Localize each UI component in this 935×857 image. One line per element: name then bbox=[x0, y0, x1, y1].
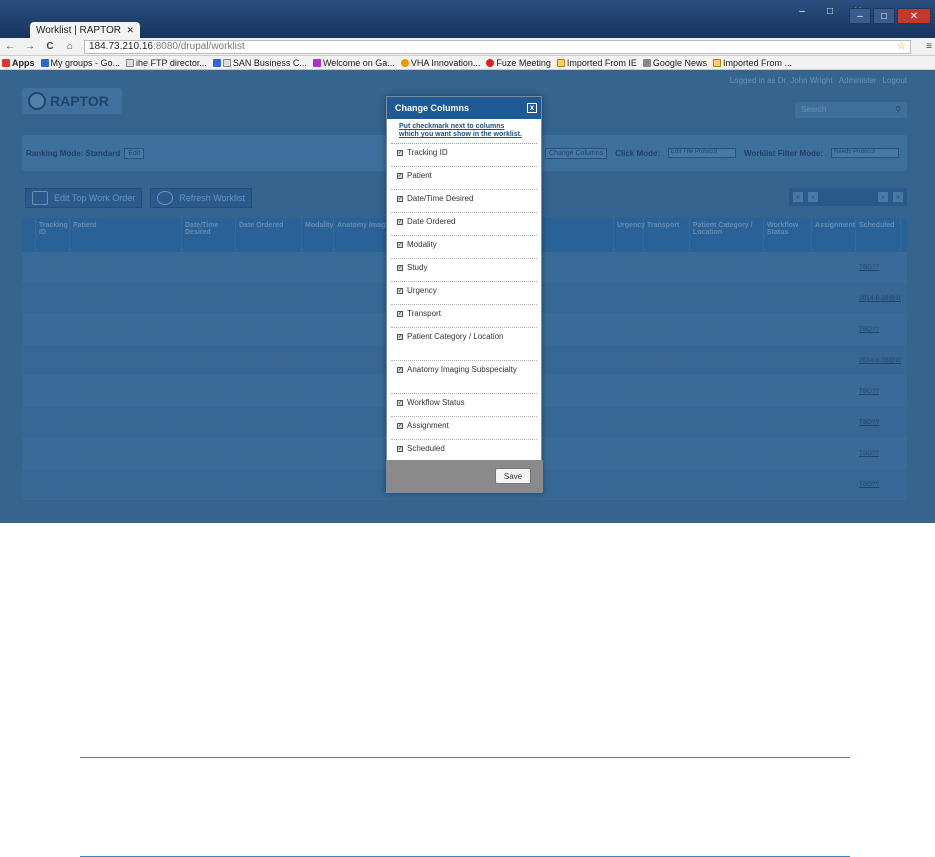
instructions-line-2: which you want show in the worklist. bbox=[399, 131, 522, 138]
column-option-label: Patient bbox=[407, 171, 432, 180]
maximize-icon[interactable]: □ bbox=[818, 5, 842, 17]
change-columns-dialog: Change Columns x Put checkmark next to c… bbox=[386, 96, 543, 493]
bookmark-item[interactable]: Imported From IE bbox=[556, 58, 637, 68]
checkbox-checked-icon[interactable]: ✓ bbox=[397, 219, 403, 225]
checkbox-checked-icon[interactable]: ✓ bbox=[397, 367, 403, 373]
dialog-header: Change Columns x bbox=[387, 97, 541, 119]
column-option-label: Tracking ID bbox=[407, 148, 448, 157]
column-option[interactable]: ✓ Date Ordered bbox=[391, 213, 537, 236]
column-option[interactable]: ✓ Tracking ID bbox=[391, 144, 537, 167]
bookmark-item[interactable]: Apps bbox=[2, 58, 35, 68]
bookmark-item[interactable]: ihe FTP director... bbox=[126, 58, 207, 68]
checkbox-checked-icon[interactable]: ✓ bbox=[397, 334, 403, 340]
forward-icon[interactable]: → bbox=[24, 41, 36, 52]
checkbox-checked-icon[interactable]: ✓ bbox=[397, 150, 403, 156]
window-minimize-button[interactable]: – bbox=[849, 8, 871, 24]
checkbox-checked-icon[interactable]: ✓ bbox=[397, 311, 403, 317]
instructions-line-1: Put checkmark next to columns bbox=[399, 123, 505, 130]
column-option[interactable]: ✓ Workflow Status bbox=[391, 394, 537, 417]
column-option-label: Date Ordered bbox=[407, 217, 456, 226]
bookmarks-bar: Apps My groups - Go... ihe FTP director.… bbox=[0, 56, 935, 70]
window-maximize-button[interactable]: □ bbox=[873, 8, 895, 24]
checkbox-checked-icon[interactable]: ✓ bbox=[397, 423, 403, 429]
document-rule-top bbox=[80, 757, 850, 758]
bookmark-item[interactable]: Welcome on Ga... bbox=[312, 58, 395, 68]
folder-icon bbox=[556, 58, 565, 67]
home-icon[interactable]: ⌂ bbox=[64, 41, 76, 52]
column-option[interactable]: ✓ Urgency bbox=[391, 282, 537, 305]
site-icon bbox=[212, 58, 221, 67]
news-icon bbox=[642, 58, 651, 67]
site-icon bbox=[400, 58, 409, 67]
dialog-instructions: Put checkmark next to columns which you … bbox=[391, 119, 537, 144]
folder-icon bbox=[712, 58, 721, 67]
dialog-close-icon[interactable]: x bbox=[527, 103, 537, 113]
column-option-label: Workflow Status bbox=[407, 398, 465, 407]
column-option[interactable]: ✓ Anatomy Imaging Subspecialty bbox=[391, 361, 537, 394]
bookmark-item[interactable]: Google News bbox=[642, 58, 707, 68]
window-controls: – □ ✕ bbox=[849, 8, 931, 24]
url-host: 184.73.210.16 bbox=[89, 41, 153, 52]
url-path: :8080/drupal/worklist bbox=[152, 41, 245, 52]
bookmark-item[interactable]: VHA Innovation... bbox=[400, 58, 480, 68]
bookmark-item[interactable]: Fuze Meeting bbox=[486, 58, 551, 68]
fuze-icon bbox=[486, 58, 495, 67]
dialog-footer: Save bbox=[387, 460, 543, 492]
window-close-button[interactable]: ✕ bbox=[897, 8, 931, 24]
checkbox-checked-icon[interactable]: ✓ bbox=[397, 446, 403, 452]
address-bar: ← → C ⌂ 184.73.210.16 :8080/drupal/workl… bbox=[0, 38, 935, 56]
browser-titlebar: Worklist | RAPTOR ✕ – □ ✕ – □ ✕ bbox=[0, 0, 935, 38]
column-option[interactable]: ✓ Study bbox=[391, 259, 537, 282]
dialog-title: Change Columns bbox=[395, 103, 470, 113]
minimize-icon[interactable]: – bbox=[790, 5, 814, 17]
groups-icon bbox=[40, 58, 49, 67]
column-option[interactable]: ✓ Transport bbox=[391, 305, 537, 328]
column-option-label: Assignment bbox=[407, 421, 449, 430]
column-option-label: Transport bbox=[407, 309, 441, 318]
checkbox-checked-icon[interactable]: ✓ bbox=[397, 400, 403, 406]
column-option[interactable]: ✓ Patient bbox=[391, 167, 537, 190]
page-icon bbox=[126, 58, 135, 67]
column-option-label: Date/Time Desired bbox=[407, 194, 474, 203]
menu-icon[interactable]: ≡ bbox=[923, 41, 935, 52]
column-option[interactable]: ✓ Modality bbox=[391, 236, 537, 259]
column-option-label: Anatomy Imaging Subspecialty bbox=[407, 365, 517, 374]
bookmark-item[interactable]: My groups - Go... bbox=[40, 58, 120, 68]
checkbox-checked-icon[interactable]: ✓ bbox=[397, 265, 403, 271]
browser-tab[interactable]: Worklist | RAPTOR ✕ bbox=[30, 22, 140, 38]
checkbox-checked-icon[interactable]: ✓ bbox=[397, 242, 403, 248]
checkbox-checked-icon[interactable]: ✓ bbox=[397, 196, 403, 202]
column-option[interactable]: ✓ Patient Category / Location bbox=[391, 328, 537, 361]
column-option-label: Modality bbox=[407, 240, 437, 249]
bookmark-item[interactable]: Imported From ... bbox=[712, 58, 792, 68]
url-input[interactable]: 184.73.210.16 :8080/drupal/worklist ☆ bbox=[84, 39, 911, 54]
screenshot: Worklist | RAPTOR ✕ – □ ✕ – □ ✕ ← → C ⌂ … bbox=[0, 0, 935, 523]
tab-title: Worklist | RAPTOR bbox=[36, 24, 122, 36]
save-button[interactable]: Save bbox=[495, 468, 531, 484]
back-icon[interactable]: ← bbox=[4, 41, 16, 52]
column-option-label: Patient Category / Location bbox=[407, 332, 504, 341]
apps-icon bbox=[2, 58, 10, 67]
checkbox-checked-icon[interactable]: ✓ bbox=[397, 173, 403, 179]
column-option-label: Scheduled bbox=[407, 444, 445, 453]
column-option[interactable]: ✓ Date/Time Desired bbox=[391, 190, 537, 213]
bookmark-item[interactable]: SAN Business C... bbox=[212, 58, 307, 68]
column-checklist: ✓ Tracking ID ✓ Patient ✓ Date/Time Desired ✓ D… bbox=[387, 144, 541, 463]
column-option[interactable]: ✓ Assignment bbox=[391, 417, 537, 440]
checkbox-checked-icon[interactable]: ✓ bbox=[397, 288, 403, 294]
page-icon bbox=[222, 58, 231, 67]
bookmark-star-icon[interactable]: ☆ bbox=[897, 41, 906, 52]
column-option-label: Urgency bbox=[407, 286, 437, 295]
column-option-label: Study bbox=[407, 263, 428, 272]
site-icon bbox=[312, 58, 321, 67]
tab-close-icon[interactable]: ✕ bbox=[126, 25, 134, 36]
reload-icon[interactable]: C bbox=[44, 41, 56, 52]
